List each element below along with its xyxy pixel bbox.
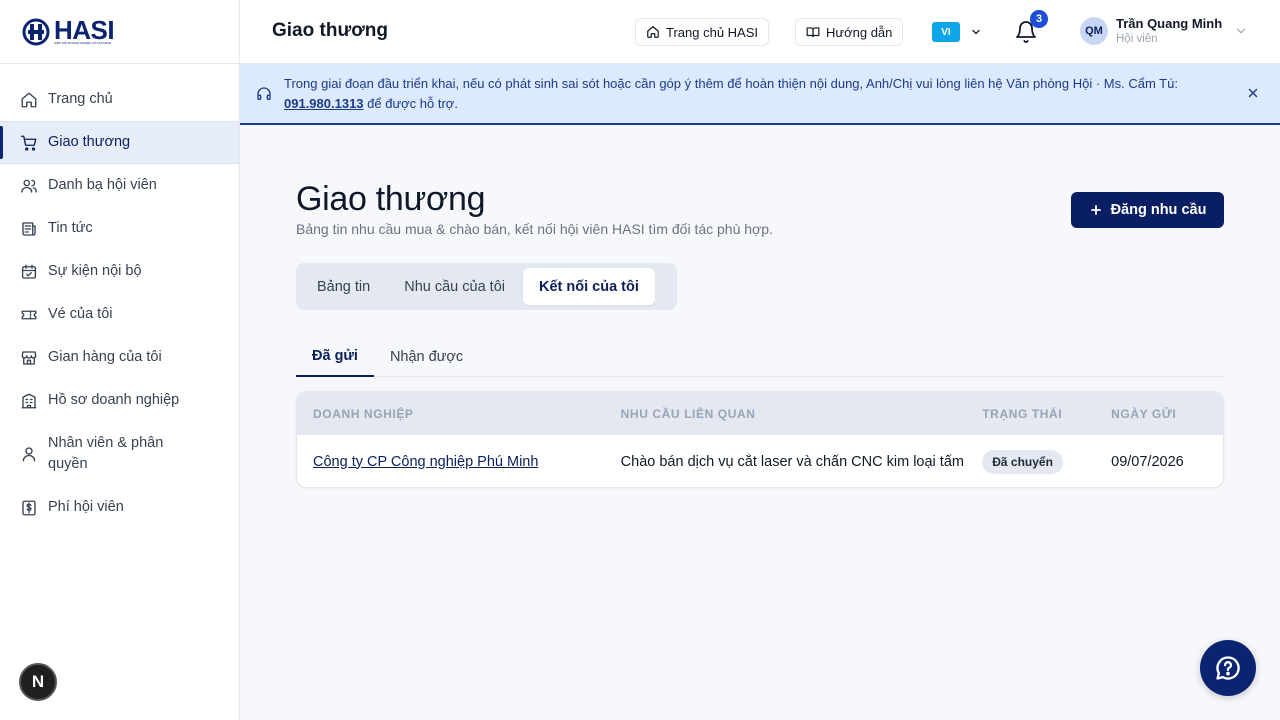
sidebar-item-label: Nhân viên & phân quyền bbox=[48, 435, 164, 472]
avatar: QM bbox=[1080, 17, 1108, 45]
page-title: Giao thương bbox=[296, 180, 486, 218]
connections-table: DOANH NGHIỆP NHU CẦU LIÊN QUAN TRẠNG THÁ… bbox=[296, 391, 1224, 488]
sidebar-item-internal-events[interactable]: Sự kiện nội bộ bbox=[0, 250, 239, 293]
sidebar-item-label: Hồ sơ doanh nghiệp bbox=[48, 392, 180, 408]
hasi-home-button-label: Trang chủ HASI bbox=[666, 24, 759, 40]
page-header-title: Giao thương bbox=[272, 20, 388, 41]
company-link[interactable]: Công ty CP Công nghiệp Phú Minh bbox=[313, 454, 538, 470]
sidebar-item-staff-permissions[interactable]: Nhân viên & phân quyền bbox=[0, 422, 239, 486]
users-icon bbox=[21, 179, 37, 193]
sidebar-item-membership-fee[interactable]: Phí hội viên bbox=[0, 486, 239, 529]
sidebar-item-news[interactable]: Tin tức bbox=[0, 207, 239, 250]
user-name: Trần Quang Minh bbox=[1116, 16, 1223, 31]
support-banner: Trong giai đoạn đầu triển khai, nếu có p… bbox=[240, 64, 1280, 125]
main-tabs: Bảng tin Nhu cầu của tôi Kết nối của tôi bbox=[296, 263, 677, 310]
sidebar-item-my-tickets[interactable]: Vé của tôi bbox=[0, 293, 239, 336]
subtab-sent[interactable]: Đã gửi bbox=[296, 337, 374, 377]
sidebar-item-label: Sự kiện nội bộ bbox=[48, 263, 142, 279]
help-chat-icon bbox=[1216, 656, 1240, 680]
sidebar-item-label: Giao thương bbox=[48, 134, 131, 150]
guide-button-label: Hướng dẫn bbox=[826, 24, 893, 40]
calendar-check-icon bbox=[21, 264, 37, 279]
headset-icon bbox=[257, 87, 271, 100]
sidebar-nav: Trang chủ Giao thương Danh bạ hội viên T… bbox=[0, 64, 239, 529]
cell-company: Công ty CP Công nghiệp Phú Minh bbox=[297, 454, 605, 470]
user-menu[interactable]: QM Trần Quang Minh Hội viên bbox=[1080, 16, 1248, 46]
cell-status: Đã chuyển bbox=[966, 449, 1095, 474]
sidebar-item-label: Vé của tôi bbox=[48, 306, 113, 322]
logo-text: HASI bbox=[54, 14, 115, 45]
sidebar-item-label: Trang chủ bbox=[48, 91, 113, 107]
logo-subtext: HIỆP HỘI DOANH NGHIỆP HỒ CHÍ MINH bbox=[54, 40, 111, 45]
banner-text-after: để được hỗ trợ. bbox=[363, 96, 458, 111]
support-phone-link[interactable]: 091.980.1313 bbox=[284, 96, 364, 111]
sidebar: HASI HIỆP HỘI DOANH NGHIỆP HỒ CHÍ MINH T… bbox=[0, 0, 240, 720]
column-header-related-need: NHU CẦU LIÊN QUAN bbox=[620, 406, 756, 421]
language-flag: VI bbox=[932, 22, 960, 42]
home-icon bbox=[21, 92, 37, 107]
subtab-received[interactable]: Nhận được bbox=[374, 337, 479, 377]
chevron-down-icon bbox=[972, 29, 980, 35]
cell-sent-date: 09/07/2026 bbox=[1111, 453, 1184, 470]
user-role: Hội viên bbox=[1116, 33, 1158, 45]
sidebar-item-my-store[interactable]: Gian hàng của tôi bbox=[0, 336, 239, 379]
plus-icon bbox=[1090, 205, 1101, 215]
banner-message: Trong giai đoạn đầu triển khai, nếu có p… bbox=[284, 74, 1214, 114]
close-icon[interactable] bbox=[1246, 86, 1260, 100]
top-header: Giao thương Trang chủ HASI Hướng dẫn VI … bbox=[240, 0, 1280, 64]
cart-icon bbox=[20, 135, 37, 151]
help-button[interactable] bbox=[1200, 640, 1256, 696]
cell-related-need: Chào bán dịch vụ cắt laser và chấn CNC k… bbox=[620, 453, 964, 470]
tab-my-needs[interactable]: Nhu cầu của tôi bbox=[388, 268, 521, 305]
tab-my-connections[interactable]: Kết nối của tôi bbox=[522, 268, 655, 305]
user-icon bbox=[22, 447, 36, 462]
sidebar-item-label: Danh bạ hội viên bbox=[48, 177, 157, 193]
page-subtitle: Bảng tin nhu cầu mua & chào bán, kết nối… bbox=[296, 221, 773, 237]
chevron-down-icon bbox=[1237, 28, 1246, 34]
column-header-company: DOANH NGHIỆP bbox=[313, 406, 414, 421]
connection-subtabs: Đã gửi Nhận được bbox=[296, 337, 1224, 377]
building-icon bbox=[21, 393, 37, 408]
sidebar-item-trade[interactable]: Giao thương bbox=[0, 121, 239, 164]
sidebar-item-home[interactable]: Trang chủ bbox=[0, 78, 239, 121]
dev-tools-badge[interactable]: N bbox=[19, 663, 57, 701]
hasi-logo[interactable]: HASI HIỆP HỘI DOANH NGHIỆP HỒ CHÍ MINH bbox=[22, 14, 115, 46]
home-icon bbox=[647, 26, 659, 38]
table-row: Công ty CP Công nghiệp Phú Minh Chào bán… bbox=[297, 435, 1223, 487]
sidebar-item-business-profile[interactable]: Hồ sơ doanh nghiệp bbox=[0, 379, 239, 422]
sidebar-item-label: Gian hàng của tôi bbox=[48, 349, 162, 365]
sidebar-item-label: Phí hội viên bbox=[48, 499, 124, 515]
sidebar-item-member-directory[interactable]: Danh bạ hội viên bbox=[0, 164, 239, 207]
sidebar-item-label: Tin tức bbox=[48, 220, 93, 236]
receipt-dollar-icon bbox=[22, 500, 36, 515]
hasi-emblem-icon bbox=[22, 18, 50, 45]
tab-bulletin[interactable]: Bảng tin bbox=[301, 268, 386, 305]
table-header: DOANH NGHIỆP NHU CẦU LIÊN QUAN TRẠNG THÁ… bbox=[297, 392, 1223, 435]
language-selector[interactable]: VI bbox=[932, 22, 982, 42]
hasi-home-button[interactable]: Trang chủ HASI bbox=[635, 18, 770, 46]
store-icon bbox=[21, 350, 37, 365]
logo-area: HASI HIỆP HỘI DOANH NGHIỆP HỒ CHÍ MINH bbox=[0, 0, 239, 64]
book-open-icon bbox=[806, 27, 820, 38]
post-need-button[interactable]: Đăng nhu cầu bbox=[1071, 192, 1224, 228]
ticket-icon bbox=[21, 310, 37, 319]
column-header-sent-date: NGÀY GỬI bbox=[1111, 406, 1177, 421]
newspaper-icon bbox=[22, 221, 36, 236]
status-badge: Đã chuyển bbox=[982, 449, 1063, 474]
user-info: Trần Quang Minh Hội viên bbox=[1116, 16, 1222, 46]
banner-text-before: Trong giai đoạn đầu triển khai, nếu có p… bbox=[284, 76, 1178, 91]
notification-count-badge: 3 bbox=[1030, 10, 1048, 28]
guide-button[interactable]: Hướng dẫn bbox=[795, 18, 904, 46]
post-need-button-label: Đăng nhu cầu bbox=[1110, 202, 1207, 218]
column-header-status: TRẠNG THÁI bbox=[982, 406, 1063, 421]
